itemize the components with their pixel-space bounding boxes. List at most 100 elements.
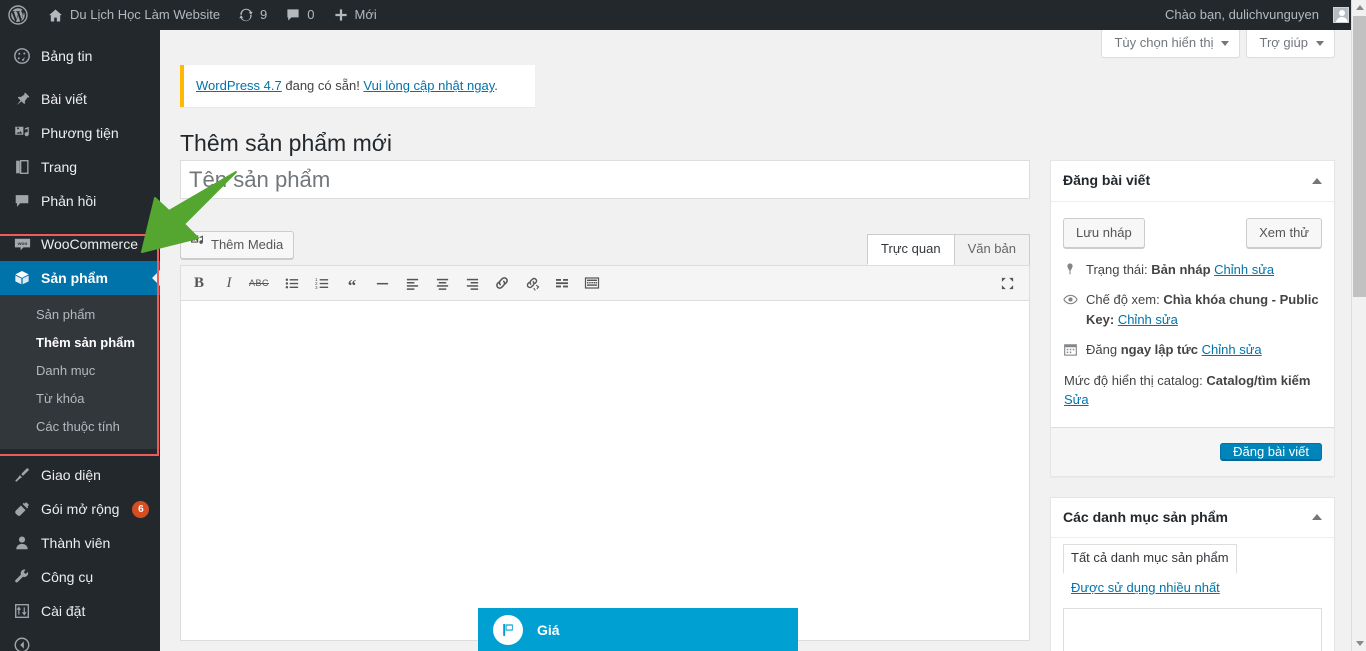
dashboard-icon <box>12 46 32 66</box>
site-name-label: Du Lịch Học Làm Website <box>70 0 220 30</box>
publish-box-header[interactable]: Đăng bài viết <box>1051 161 1334 202</box>
chevron-down-icon <box>1316 41 1324 46</box>
sidebar-item-appearance[interactable]: Giao diện <box>0 458 160 492</box>
publish-box-title: Đăng bài viết <box>1063 171 1150 191</box>
numbered-list-icon[interactable]: 123 <box>308 270 336 296</box>
bold-icon[interactable]: B <box>185 270 213 296</box>
postbox-container: Đăng bài viết Lưu nháp Xem thử Trạng <box>1050 160 1335 651</box>
comments-count: 0 <box>307 0 314 30</box>
updates-menu[interactable]: 9 <box>229 0 276 30</box>
categories-box-header[interactable]: Các danh mục sản phẩm <box>1051 498 1334 539</box>
sidebar-item-users[interactable]: Thành viên <box>0 526 160 560</box>
scrollbar-thumb[interactable] <box>1353 16 1366 297</box>
notice-end-text: . <box>494 78 498 93</box>
tab-text[interactable]: Văn bản <box>954 234 1030 265</box>
pricing-pointer[interactable]: Giá <box>478 608 798 651</box>
sidebar-item-products[interactable]: Sản phẩm <box>0 261 160 295</box>
pin-icon <box>1063 260 1079 276</box>
scrollbar-up-arrow-icon[interactable] <box>1352 0 1366 15</box>
wrench-icon <box>12 567 32 587</box>
pushpin-icon <box>12 89 32 109</box>
preview-button[interactable]: Xem thử <box>1246 218 1322 248</box>
tab-visual[interactable]: Trực quan <box>867 234 955 265</box>
sidebar-item-settings[interactable]: Cài đặt <box>0 594 160 628</box>
status-row: Trạng thái: Bản nháp Chỉnh sửa <box>1063 254 1322 285</box>
read-more-icon[interactable] <box>548 270 576 296</box>
align-left-icon[interactable] <box>398 270 426 296</box>
site-name-menu[interactable]: Du Lịch Học Làm Website <box>38 0 229 30</box>
catalog-value: Catalog/tìm kiếm <box>1206 373 1310 388</box>
submenu-item-attributes[interactable]: Các thuộc tính <box>0 413 160 441</box>
sidebar-item-plugins[interactable]: Gói mở rộng 6 <box>0 492 160 526</box>
blockquote-icon[interactable]: “ <box>338 270 366 296</box>
strikethrough-icon[interactable]: ABC <box>245 270 273 296</box>
sidebar-item-media[interactable]: Phương tiện <box>0 116 160 150</box>
italic-icon[interactable]: I <box>215 270 243 296</box>
chevron-up-icon[interactable] <box>1312 514 1322 520</box>
account-menu[interactable]: Chào bạn, dulichvunguyen <box>1156 0 1351 30</box>
submenu-item-tags[interactable]: Từ khóa <box>0 385 160 413</box>
visibility-edit-link[interactable]: Chỉnh sửa <box>1118 312 1178 327</box>
product-title-input[interactable] <box>180 160 1030 199</box>
page-title: Thêm sản phẩm mới <box>180 129 1351 158</box>
submenu-item-categories[interactable]: Danh mục <box>0 357 160 385</box>
media-icon <box>12 123 32 143</box>
sidebar-item-label: Phương tiện <box>41 126 119 140</box>
sidebar-item-pages[interactable]: Trang <box>0 150 160 184</box>
add-media-label: Thêm Media <box>211 232 283 258</box>
comments-menu[interactable]: 0 <box>276 0 323 30</box>
catalog-visibility-row: Mức độ hiển thị catalog: Catalog/tìm kiế… <box>1063 365 1322 415</box>
bullet-list-icon[interactable] <box>278 270 306 296</box>
sidebar-item-label: Phản hồi <box>41 194 96 208</box>
chevron-up-icon[interactable] <box>1312 178 1322 184</box>
fullscreen-icon[interactable] <box>993 270 1021 296</box>
tab-most-used[interactable]: Được sử dụng nhiều nhất <box>1063 574 1228 604</box>
sidebar-item-partial[interactable] <box>0 628 160 651</box>
wordpress-version-link[interactable]: WordPress 4.7 <box>196 78 282 93</box>
new-content-menu[interactable]: Mới <box>324 0 386 30</box>
scrollbar-down-arrow-icon[interactable] <box>1352 636 1366 651</box>
screen-meta-links: Tùy chọn hiển thị Trợ giúp <box>1101 30 1335 58</box>
update-now-link[interactable]: Vui lòng cập nhật ngay <box>363 78 494 93</box>
horizontal-rule-icon[interactable] <box>368 270 396 296</box>
align-right-icon[interactable] <box>458 270 486 296</box>
insert-link-icon[interactable] <box>488 270 516 296</box>
sidebar-item-posts[interactable]: Bài viết <box>0 82 160 116</box>
editor-toolbar: B I ABC 123 “ <box>180 265 1030 301</box>
editor-content-area[interactable] <box>180 301 1030 641</box>
tab-all-categories[interactable]: Tất cả danh mục sản phẩm <box>1063 544 1237 574</box>
save-draft-button[interactable]: Lưu nháp <box>1063 218 1145 248</box>
browser-scrollbar[interactable] <box>1351 0 1366 651</box>
eye-icon <box>1063 290 1079 307</box>
admin-bar: Du Lịch Học Làm Website 9 0 Mới Chào bạn… <box>0 0 1351 30</box>
sidebar-item-tools[interactable]: Công cụ <box>0 560 160 594</box>
media-buttons: Thêm Media <box>180 231 294 259</box>
category-checklist[interactable] <box>1063 608 1322 651</box>
media-icon <box>189 232 205 258</box>
sidebar-item-woocommerce[interactable]: woo WooCommerce <box>0 227 160 261</box>
align-center-icon[interactable] <box>428 270 456 296</box>
schedule-edit-link[interactable]: Chỉnh sửa <box>1202 342 1262 357</box>
catalog-edit-link[interactable]: Sửa <box>1064 392 1089 407</box>
page-icon <box>12 157 32 177</box>
categories-box-inside: Tất cả danh mục sản phẩm Được sử dụng nh… <box>1051 538 1334 651</box>
chevron-down-icon <box>1221 41 1229 46</box>
add-media-button[interactable]: Thêm Media <box>180 231 294 259</box>
editor-wrap: Thêm Media Trực quan Văn bản B I ABC <box>180 265 1030 641</box>
wp-body-content: Tùy chọn hiển thị Trợ giúp WordPress 4.7… <box>160 30 1351 651</box>
sidebar-item-comments[interactable]: Phản hồi <box>0 184 160 218</box>
status-edit-link[interactable]: Chỉnh sửa <box>1214 262 1274 277</box>
publish-button[interactable]: Đăng bài viết <box>1220 443 1322 460</box>
unlink-icon[interactable] <box>518 270 546 296</box>
wp-logo-menu[interactable] <box>0 0 38 30</box>
notice-mid-text: đang có sẵn! <box>282 78 364 93</box>
help-button[interactable]: Trợ giúp <box>1246 30 1335 58</box>
publish-box-inside: Lưu nháp Xem thử Trạng thái: Bản nháp Ch… <box>1051 202 1334 427</box>
screen-options-button[interactable]: Tùy chọn hiển thị <box>1101 30 1240 58</box>
wp-admin-screen: Du Lịch Học Làm Website 9 0 Mới Chào bạn… <box>0 0 1366 651</box>
sidebar-item-dashboard[interactable]: Bảng tin <box>0 39 160 73</box>
submenu-item-products[interactable]: Sản phẩm <box>0 301 160 329</box>
toolbar-separator <box>275 273 276 293</box>
toolbar-toggle-icon[interactable] <box>578 270 606 296</box>
submenu-item-add-product[interactable]: Thêm sản phẩm <box>0 329 160 357</box>
